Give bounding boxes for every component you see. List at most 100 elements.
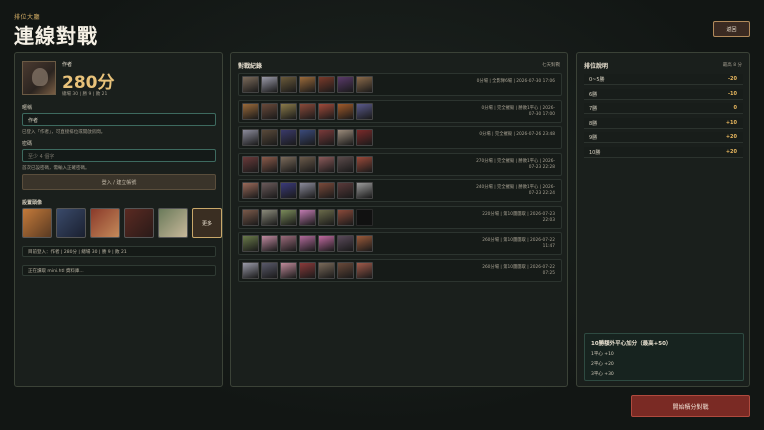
match-heroes	[242, 208, 373, 226]
nickname-field[interactable]: 作者	[22, 113, 216, 126]
ranking-wins: 6勝	[589, 91, 598, 98]
ranking-title: 排位說明	[584, 63, 609, 70]
match-info: 0分場 | 完全摧毀 | 勝敗1平心 | 2026-07-30 17:00	[481, 105, 555, 117]
nickname-label: 暱稱	[22, 105, 33, 111]
ranking-row: 7勝 0	[584, 103, 743, 114]
ranking-wins: 7勝	[589, 106, 598, 112]
avatar-option-2[interactable]	[56, 208, 86, 238]
hero-portrait	[318, 261, 335, 279]
hero-portrait	[280, 208, 297, 226]
match-row[interactable]: 260分場 | 第10團團取 | 2026-07-22 07:25	[238, 258, 562, 282]
hero-portrait	[280, 155, 297, 173]
hero-portrait	[337, 182, 354, 199]
avatar-option-4[interactable]	[124, 208, 154, 238]
hero-portrait	[299, 235, 316, 252]
password-hint: 首次已設密碼，需輸入正確密碼。	[22, 166, 90, 171]
match-info: 260分場 | 第10團團取 | 2026-07-22 11:47	[482, 238, 555, 249]
hero-portrait	[356, 76, 373, 93]
hero-portrait	[242, 208, 259, 226]
match-info: 220分場 | 第10團團取 | 2026-07-23 22:03	[482, 211, 555, 223]
login-button[interactable]: 登入 / 建立帳號	[22, 174, 216, 190]
hero-portrait	[318, 208, 335, 226]
login-status: 目前登入：作者 | 280分 | 總場 30 | 勝 9 | 敗 21	[22, 246, 216, 257]
records-subtitle: 七天對戰	[542, 63, 560, 68]
bonus-box: 10勝額外平心加分（最高+50） 1平心 +10 2平心 +20 3平心 +30	[584, 333, 744, 381]
match-heroes	[242, 129, 373, 146]
ranking-wins: 9勝	[589, 135, 598, 141]
match-heroes	[242, 102, 373, 120]
match-row[interactable]: 0分場 | 完全摧毀 | 2026-07-26 23:48	[238, 126, 562, 149]
match-row[interactable]: 220分場 | 第10團團取 | 2026-07-23 22:03	[238, 205, 562, 229]
match-heroes	[242, 155, 373, 173]
hero-portrait	[242, 261, 259, 279]
match-row[interactable]: 0分場 | 完全摧毀 | 勝敗1平心 | 2026-07-30 17:00	[238, 99, 562, 123]
hero-portrait	[261, 261, 278, 279]
hero-portrait	[318, 102, 335, 120]
hero-portrait	[356, 129, 373, 146]
hero-portrait	[242, 129, 259, 146]
hero-portrait	[356, 235, 373, 252]
match-row[interactable]: 0分場 | 全影隊6場 | 2026-07-30 17:06	[238, 73, 562, 96]
ranking-wins: 10勝	[589, 149, 601, 156]
match-heroes	[242, 182, 373, 199]
avatar	[22, 61, 56, 95]
hero-portrait	[356, 182, 373, 199]
hero-portrait	[337, 155, 354, 173]
hero-portrait	[242, 76, 259, 93]
nickname-hint: 已登入「作者」，可直接排位或開啟房間。	[22, 130, 106, 135]
match-records-panel: 對戰紀錄 七天對戰 0分場 | 全影隊6場 | 2026-07-30 17:06…	[230, 52, 568, 387]
avatar-option-1[interactable]	[22, 208, 52, 238]
avatar-option-5[interactable]	[158, 208, 188, 238]
ranking-points: +20	[725, 134, 737, 140]
hero-portrait	[242, 102, 259, 120]
hero-portrait	[337, 76, 354, 93]
hero-portrait	[318, 182, 335, 199]
ranking-row: 10勝 +20	[584, 146, 743, 158]
start-ranked-button[interactable]: 開始積分對戰	[631, 395, 750, 417]
player-name: 作者	[62, 62, 73, 68]
player-score: 280分	[62, 73, 115, 93]
match-row[interactable]: 270分場 | 完全摧毀 | 勝敗1平心 | 2026-07-23 22:28	[238, 152, 562, 176]
avatar-option-3[interactable]	[90, 208, 120, 238]
bonus-line: 2平心 +20	[591, 362, 614, 367]
match-heroes	[242, 76, 373, 93]
hero-portrait	[318, 155, 335, 173]
hero-portrait	[242, 235, 259, 252]
password-field[interactable]: 至少 4 個字	[22, 149, 216, 162]
match-info: 270分場 | 完全摧毀 | 勝敗1平心 | 2026-07-23 22:28	[476, 158, 555, 170]
ranking-points: -10	[727, 90, 737, 97]
records-title: 對戰紀錄	[238, 63, 263, 70]
more-avatars-button[interactable]: 更多	[192, 208, 222, 238]
hero-portrait	[261, 129, 278, 146]
match-row[interactable]: 240分場 | 完全摧毀 | 勝敗1平心 | 2026-07-23 22:24	[238, 179, 562, 202]
ranking-row: 6勝 -10	[584, 88, 743, 100]
ranking-wins: 8勝	[589, 120, 598, 127]
hero-portrait	[299, 129, 316, 146]
hero-portrait	[261, 182, 278, 199]
ranking-row: 0~5勝 -20	[584, 74, 743, 85]
hero-portrait	[337, 208, 354, 226]
player-stats: 總場 30 | 勝 9 | 敗 21	[62, 92, 108, 97]
hero-portrait	[337, 102, 354, 120]
hero-portrait	[261, 102, 278, 120]
ranking-wins: 0~5勝	[589, 77, 605, 83]
match-row[interactable]: 260分場 | 第10團團取 | 2026-07-22 11:47	[238, 232, 562, 255]
hero-portrait	[299, 155, 316, 173]
hero-portrait	[318, 76, 335, 93]
hero-portrait	[280, 182, 297, 199]
hero-portrait	[299, 182, 316, 199]
ranking-points: +10	[725, 119, 737, 126]
password-label: 密碼	[22, 141, 33, 147]
page-title: 連線對戰	[14, 24, 98, 48]
hero-portrait	[280, 129, 297, 146]
hero-portrait	[356, 208, 373, 226]
ranking-points: +20	[725, 148, 737, 155]
match-info: 0分場 | 全影隊6場 | 2026-07-30 17:06	[476, 79, 555, 84]
hero-portrait	[356, 102, 373, 120]
hero-portrait	[318, 235, 335, 252]
hero-portrait	[356, 155, 373, 173]
back-button[interactable]: 返回	[713, 21, 750, 37]
hero-portrait	[242, 155, 259, 173]
hero-portrait	[337, 235, 354, 252]
hero-portrait	[280, 235, 297, 252]
